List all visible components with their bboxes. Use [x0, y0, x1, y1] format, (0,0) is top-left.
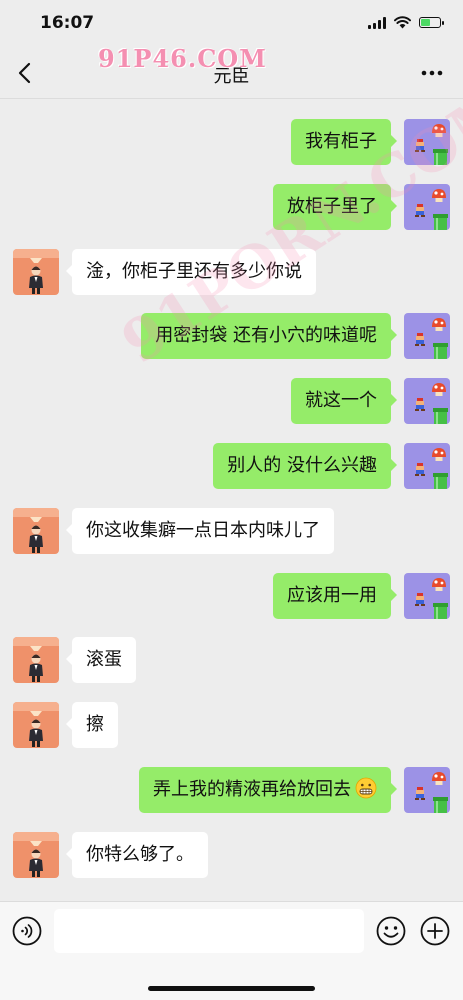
status-bar: 16:07: [0, 0, 463, 48]
cellular-signal-icon: [368, 16, 386, 29]
message-row-received: 滚蛋: [0, 637, 463, 685]
message-row-sent: 我有柜子: [0, 119, 463, 167]
message-text: 就这一个: [305, 390, 377, 412]
message-text: 弄上我的精液再给放回去: [153, 779, 351, 800]
message-row-received: 淦，你柜子里还有多少你说: [0, 248, 463, 297]
smiley-icon[interactable]: [376, 916, 406, 946]
wifi-icon: [394, 16, 411, 29]
status-time: 16:07: [40, 13, 95, 33]
message-row-sent: 应该用一用: [0, 572, 463, 621]
my-avatar[interactable]: [404, 378, 450, 425]
message-text: 淦，你柜子里还有多少你说: [86, 260, 302, 282]
my-avatar[interactable]: [404, 572, 450, 619]
sent-message-bubble[interactable]: 就这一个: [291, 378, 397, 425]
message-row-sent: 放柜子里了: [0, 183, 463, 232]
message-input[interactable]: [54, 909, 364, 953]
message-row-received: 你特么够了。: [0, 831, 463, 880]
contact-avatar[interactable]: [13, 702, 59, 749]
my-avatar[interactable]: [404, 183, 450, 230]
received-message-bubble[interactable]: 淦，你柜子里还有多少你说: [66, 248, 316, 295]
message-text: 我有柜子: [305, 131, 377, 152]
my-avatar[interactable]: [404, 119, 450, 165]
more-dots-icon[interactable]: [419, 60, 445, 86]
message-row-sent: 就这一个: [0, 378, 463, 426]
my-avatar[interactable]: [404, 443, 450, 489]
message-row-received: 擦: [0, 702, 463, 750]
received-message-bubble[interactable]: 你特么够了。: [66, 831, 208, 878]
my-avatar[interactable]: [404, 767, 450, 813]
sent-message-bubble[interactable]: 应该用一用: [273, 572, 397, 619]
battery-fill: [421, 19, 430, 26]
sent-message-bubble[interactable]: 放柜子里了: [273, 183, 397, 230]
received-message-bubble[interactable]: 滚蛋: [66, 637, 136, 684]
home-indicator: [148, 986, 315, 991]
contact-avatar[interactable]: [13, 831, 59, 878]
message-row-sent: 用密封袋 还有小穴的味道呢: [0, 313, 463, 361]
received-message-bubble[interactable]: 你这收集癖一点日本内味儿了: [66, 507, 334, 554]
message-text: 擦: [86, 714, 104, 736]
message-text: 滚蛋: [86, 649, 122, 671]
contact-avatar[interactable]: [13, 637, 59, 684]
message-text: 你这收集癖一点日本内味儿了: [86, 519, 320, 541]
grimacing-face-icon: [355, 777, 377, 799]
message-row-sent: 别人的 没什么兴趣: [0, 443, 463, 491]
voice-icon[interactable]: [12, 916, 42, 946]
sent-message-bubble[interactable]: 别人的 没什么兴趣: [213, 443, 397, 489]
message-text: 放柜子里了: [287, 195, 377, 217]
nav-bar: 元臣: [0, 48, 463, 99]
message-row-sent: 弄上我的精液再给放回去: [0, 767, 463, 815]
received-message-bubble[interactable]: 擦: [66, 702, 118, 749]
my-avatar[interactable]: [404, 313, 450, 360]
message-text: 应该用一用: [287, 584, 377, 606]
chat-title: 元臣: [213, 66, 250, 87]
message-row-received: 你这收集癖一点日本内味儿了: [0, 507, 463, 556]
sent-message-bubble[interactable]: 用密封袋 还有小穴的味道呢: [141, 313, 397, 360]
contact-avatar[interactable]: [13, 248, 59, 295]
plus-circle-icon[interactable]: [420, 916, 450, 946]
message-text: 你特么够了。: [86, 843, 194, 865]
message-text: 别人的 没什么兴趣: [227, 455, 377, 476]
contact-avatar[interactable]: [13, 507, 59, 554]
message-list[interactable]: 我有柜子放柜子里了淦，你柜子里还有多少你说用密封袋 还有小穴的味道呢就这一个别人…: [0, 99, 463, 901]
message-text: 用密封袋 还有小穴的味道呢: [155, 325, 377, 347]
input-bar: [0, 901, 463, 1000]
chat-screen: 16:07 元臣 91P46.COM 91PORN.COM 我有柜子 放柜子里了…: [0, 0, 463, 1000]
sent-message-bubble[interactable]: 我有柜子: [291, 119, 397, 165]
status-icons: [368, 16, 444, 29]
sent-message-bubble[interactable]: 弄上我的精液再给放回去: [139, 767, 397, 813]
battery-icon: [419, 17, 444, 28]
